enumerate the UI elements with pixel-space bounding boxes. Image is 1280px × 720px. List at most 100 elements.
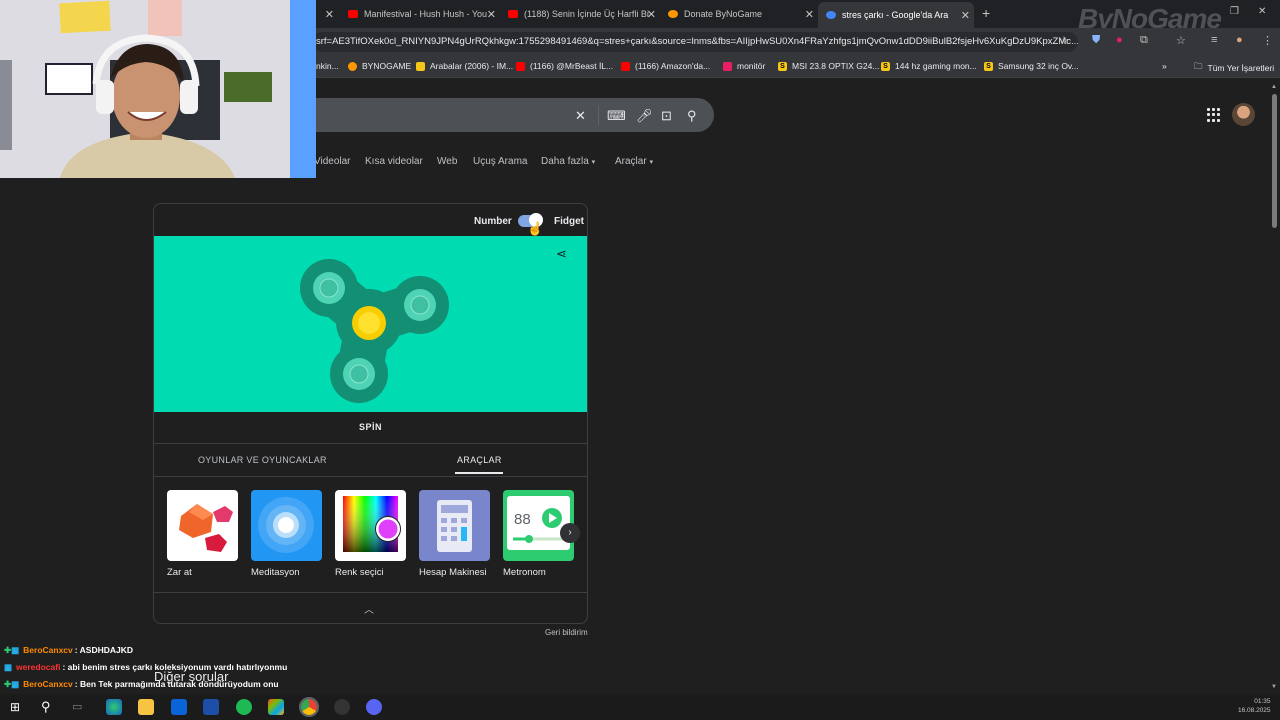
fidget-spinner[interactable] xyxy=(154,236,587,412)
extension-icon[interactable]: ● xyxy=(1116,34,1123,46)
filter-web[interactable]: Web xyxy=(437,156,457,167)
keyboard-icon[interactable]: ⌨ xyxy=(607,108,626,124)
badge-icon: ▦ xyxy=(11,679,20,689)
spin-button[interactable]: SPİN xyxy=(154,422,587,432)
edge-icon[interactable] xyxy=(106,699,122,715)
extension-shield-icon[interactable]: ⛊ xyxy=(1092,34,1100,47)
tool-label[interactable]: Meditasyon xyxy=(251,567,300,578)
close-icon[interactable]: ✕ xyxy=(325,8,334,21)
scroll-down-icon[interactable]: ▼ xyxy=(1271,684,1277,690)
bookmark-item[interactable]: (1166) @MrBeast İL... xyxy=(516,61,613,71)
spinner-stage[interactable] xyxy=(154,236,587,412)
discord-icon[interactable] xyxy=(366,699,382,715)
all-bookmarks[interactable]: 🗀 Tüm Yer İşaretleri xyxy=(1194,61,1274,75)
tab-title: Manifestival - Hush Hush - You xyxy=(364,9,488,19)
filter-more[interactable]: Daha fazla ▾ xyxy=(541,156,595,167)
tool-label[interactable]: Hesap Makinesi xyxy=(419,567,487,578)
spinner-bearing-2 xyxy=(404,289,436,321)
spotify-icon[interactable] xyxy=(236,699,252,715)
bookmark-item[interactable]: BYNOGAME xyxy=(348,61,411,71)
color-picker-tile[interactable] xyxy=(335,490,406,561)
filter-tools[interactable]: Araçlar ▾ xyxy=(615,156,653,167)
taskbar xyxy=(0,694,1280,720)
lens-icon[interactable]: ⊡ xyxy=(661,108,672,124)
divider xyxy=(154,476,587,477)
meditation-icon xyxy=(258,497,314,553)
tab-tools[interactable]: ARAÇLAR xyxy=(457,455,502,465)
search-icon[interactable]: ⚲ xyxy=(41,699,51,715)
task-view-icon[interactable]: ▭ xyxy=(72,700,82,713)
bookmark-item[interactable]: (1166) Amazon'da... xyxy=(621,61,710,71)
office-icon[interactable] xyxy=(268,699,284,715)
obs-icon[interactable] xyxy=(334,699,350,715)
bookmark-item[interactable]: monitör xyxy=(723,61,765,71)
s-logo-icon: S xyxy=(778,61,787,71)
new-tab-icon[interactable]: + xyxy=(982,5,990,21)
tab-4-active[interactable]: stres çarkı - Google'da Ara ✕ xyxy=(818,2,974,28)
mode-fidget-label[interactable]: Fidget xyxy=(554,216,584,227)
carousel-next-icon[interactable]: › xyxy=(560,523,580,543)
tool-label[interactable]: Renk seçici xyxy=(335,567,384,578)
divider xyxy=(598,105,599,125)
dice-tile[interactable] xyxy=(167,490,238,561)
microphone-icon[interactable]: 🎤︎ xyxy=(636,108,653,124)
avatar[interactable] xyxy=(1232,103,1255,126)
close-icon[interactable]: ✕ xyxy=(805,8,814,21)
filter-short-videos[interactable]: Kısa videolar xyxy=(365,156,423,167)
bookmark-star-icon[interactable]: ☆ xyxy=(1176,34,1186,47)
meditation-tile[interactable] xyxy=(251,490,322,561)
address-bar[interactable]: srf=AE3TifOXek0cl_RNIYN9JPN4gUrRQkhkgw:1… xyxy=(312,32,1078,52)
system-clock[interactable]: 01:35 16.08.2025 xyxy=(1238,697,1271,715)
filter-flights[interactable]: Uçuş Arama xyxy=(473,156,527,167)
tab-2[interactable]: (1188) Senin İçinde Üç Harfli Bi ✕ xyxy=(500,4,660,24)
search-icon[interactable]: ⚲ xyxy=(687,108,697,124)
file-explorer-icon[interactable] xyxy=(138,699,154,715)
star-icon[interactable]: ☆ xyxy=(1059,34,1069,47)
collapse-chevron-icon[interactable]: ︿ xyxy=(364,601,374,616)
chrome-icon[interactable] xyxy=(299,697,319,717)
tab-partial[interactable]: ✕ xyxy=(318,4,338,24)
share-icon[interactable]: ⋖ xyxy=(556,246,567,262)
profile-avatar-icon[interactable]: ● xyxy=(1236,34,1243,46)
bookmark-item[interactable]: S Samsung 32 inç Ov... xyxy=(984,61,1079,71)
spinner-center xyxy=(352,306,386,340)
more-bookmarks-icon[interactable]: » xyxy=(1162,61,1167,71)
tab-3[interactable]: Donate ByNoGame ✕ xyxy=(660,4,818,24)
close-icon[interactable]: ✕ xyxy=(961,9,970,22)
google-icon xyxy=(826,11,836,19)
clear-icon[interactable]: ✕ xyxy=(575,108,586,124)
tool-label[interactable]: Metronom xyxy=(503,567,546,578)
restore-icon[interactable]: ❐ xyxy=(1230,6,1239,17)
window-close-icon[interactable]: ✕ xyxy=(1258,6,1266,17)
s-logo-icon: S xyxy=(881,61,890,71)
feedback-link[interactable]: Geri bildirim xyxy=(545,628,588,637)
bookmark-item[interactable]: S MSI 23.8 OPTIX G24... xyxy=(778,61,879,71)
youtube-icon xyxy=(621,61,630,71)
apps-grid-icon[interactable] xyxy=(1207,108,1221,122)
mode-number-label[interactable]: Number xyxy=(474,216,512,227)
bookmark-item[interactable]: Arabalar (2006) - IM... xyxy=(416,61,513,71)
bookmark-item[interactable]: S 144 hz gaming mon... xyxy=(881,61,977,71)
calculator-tile[interactable] xyxy=(419,490,490,561)
youtube-icon xyxy=(516,61,525,71)
close-icon[interactable]: ✕ xyxy=(487,8,496,21)
tool-label[interactable]: Zar at xyxy=(167,567,192,578)
close-icon[interactable]: ✕ xyxy=(647,8,656,21)
tab-games-toys[interactable]: OYUNLAR VE OYUNCAKLAR xyxy=(198,455,327,465)
filter-videos[interactable]: Videolar xyxy=(314,156,351,167)
extensions-puzzle-icon[interactable]: ⧉ xyxy=(1140,34,1148,47)
store-icon[interactable] xyxy=(203,699,219,715)
tab-1[interactable]: Manifestival - Hush Hush - You ✕ xyxy=(340,4,500,24)
spinner-bearing-1 xyxy=(313,272,345,304)
menu-dots-icon[interactable]: ⋮ xyxy=(1262,34,1273,47)
webcam-overlay xyxy=(0,0,316,178)
bookmark-item[interactable]: nkin... xyxy=(316,61,339,71)
streamer-webcam xyxy=(0,0,316,178)
scroll-up-icon[interactable]: ▲ xyxy=(1271,84,1277,90)
media-icon[interactable]: ≡ xyxy=(1211,34,1217,46)
scrollbar-thumb[interactable] xyxy=(1272,94,1277,228)
windows-start-icon[interactable]: ⊞ xyxy=(10,700,20,714)
chat-message: ✚▦ BeroCanxcv: ASDHDAJKD xyxy=(4,645,134,655)
outlook-icon[interactable] xyxy=(171,699,187,715)
chat-message: ▦ weredocafi: abi benim stres çarkı kolek… xyxy=(4,662,288,672)
